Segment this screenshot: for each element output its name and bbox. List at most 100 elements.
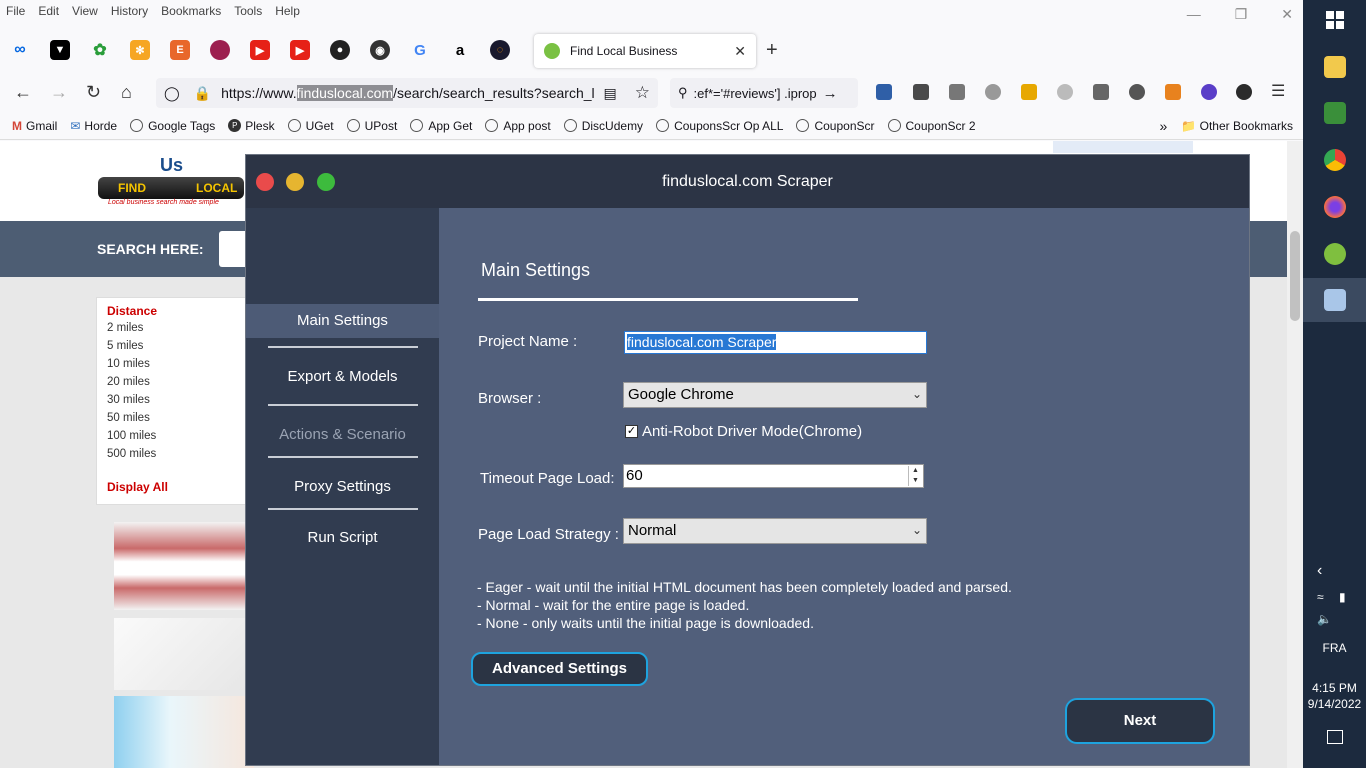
youtube-tab-icon[interactable]: ▶ [250,40,270,60]
site-logo[interactable]: Us FIND LOCAL Local business search made… [98,155,244,207]
bookmark-couponscr-2[interactable]: CouponScr 2 [887,119,976,133]
pinned-tab-icon[interactable]: ▼ [50,40,70,60]
bookmark-google-tags[interactable]: Google Tags [130,119,215,133]
distance-option[interactable]: 100 miles [107,430,245,448]
amazon-tab-icon[interactable]: a [450,40,470,60]
reload-icon[interactable]: ↻ [86,82,101,102]
scraper-app-icon[interactable] [1324,289,1346,311]
nav-proxy-settings[interactable]: Proxy Settings [246,478,439,495]
distance-option[interactable]: 500 miles [107,448,245,466]
meta-tab-icon[interactable]: ∞ [10,40,30,60]
advanced-settings-button[interactable]: Advanced Settings [471,652,648,686]
nav-export-models[interactable]: Export & Models [246,368,439,385]
chevron-left-icon[interactable]: ‹ [1317,562,1322,580]
shield-icon[interactable]: ◯ [164,85,180,102]
close-icon[interactable]: ✕ [1281,6,1293,23]
other-bookmarks[interactable]: 📁 Other Bookmarks [1181,119,1293,133]
distance-option[interactable]: 30 miles [107,394,245,412]
swirl-tab-icon[interactable]: ◌ [490,40,510,60]
bookmark-gmail[interactable]: M Gmail [12,119,57,133]
bookmark-upost[interactable]: UPost [346,119,397,133]
bookmark-app-get[interactable]: App Get [410,119,472,133]
extension-icon[interactable] [876,84,892,100]
nav-main-settings[interactable]: Main Settings [246,304,439,338]
tab-close-icon[interactable]: ✕ [734,43,746,60]
menu-history[interactable]: History [111,4,148,18]
distance-option[interactable]: 5 miles [107,340,245,358]
new-tab-icon[interactable]: + [766,40,778,60]
extension-icon-5[interactable] [1093,84,1109,100]
page-load-strategy-select[interactable]: Normal ⌄ [623,518,927,544]
circle-tab-icon[interactable] [210,40,230,60]
forward-icon[interactable]: → [50,82,68,102]
menu-tools[interactable]: Tools [234,4,262,18]
page-scrollbar[interactable] [1287,141,1303,768]
notification-icon[interactable] [1327,730,1343,744]
chameleon-app-icon[interactable] [1324,243,1346,265]
bookmark-plesk[interactable]: P Plesk [228,119,275,133]
eyedropper-icon[interactable] [913,84,929,100]
avatar[interactable] [1236,84,1252,100]
distance-option[interactable]: 50 miles [107,412,245,430]
restore-icon[interactable]: ❐ [1235,6,1248,23]
nav-actions-scenario[interactable]: Actions & Scenario [246,426,439,443]
screenshot-icon[interactable] [949,84,965,100]
url-bar[interactable]: ◯ 🔒 https://www. finduslocal.com/search/s… [156,78,658,108]
project-name-input[interactable]: finduslocal.com Scraper [624,331,927,354]
menu-bookmarks[interactable]: Bookmarks [161,4,221,18]
listing-image-dental-chair[interactable] [114,618,254,690]
back-icon[interactable]: ← [14,82,32,102]
network-icon[interactable]: ≈ [1317,590,1324,604]
display-all-link[interactable]: Display All [107,480,245,494]
browser-select[interactable]: Google Chrome ⌄ [623,382,927,408]
menu-file[interactable]: File [6,4,25,18]
windows-start-icon[interactable] [1326,11,1344,29]
star-icon[interactable]: ☆ [635,83,650,103]
github-tab-icon[interactable]: ● [330,40,350,60]
chevron-right-icon[interactable]: » [1160,118,1168,134]
grid-tab-icon[interactable]: ✻ [130,40,150,60]
search-bar[interactable]: ⚲ :ef*='#reviews'] .iprop → [670,78,858,108]
reader-icon[interactable]: ▤ [604,85,617,102]
bookmark-horde[interactable]: ✉ Horde [70,119,117,133]
timeout-stepper[interactable]: 60 ▲ ▼ [623,464,924,488]
extension-icon-4[interactable] [1057,84,1073,100]
home-icon[interactable]: ⌂ [121,82,132,102]
distance-option[interactable]: 2 miles [107,322,245,340]
tab-find-local-business[interactable]: Find Local Business ✕ [534,34,756,68]
extension-icon-2[interactable] [985,84,1001,100]
bookmark-couponsscr-op-all[interactable]: CouponsScr Op ALL [656,119,783,133]
robot-tab-icon[interactable]: ◉ [370,40,390,60]
nav-run-script[interactable]: Run Script [246,529,439,546]
volume-icon[interactable]: 🔈 [1317,612,1332,626]
google-tab-icon[interactable]: G [410,40,430,60]
file-explorer-icon[interactable] [1324,56,1346,78]
spinner-arrows-icon[interactable]: ▲ ▼ [908,466,922,486]
distance-option[interactable]: 10 miles [107,358,245,376]
anti-robot-checkbox[interactable]: ✓ [625,425,638,438]
gear-icon[interactable] [1129,84,1145,100]
lock-icon[interactable]: 🔒 [194,85,211,102]
hamburger-menu-icon[interactable]: ☰ [1271,82,1285,102]
metamask-icon[interactable] [1165,84,1181,100]
menu-view[interactable]: View [72,4,98,18]
menu-edit[interactable]: Edit [38,4,59,18]
firefox-icon[interactable] [1324,196,1346,218]
clock[interactable]: 4:15 PM 9/14/2022 [1303,680,1366,712]
language-indicator[interactable]: FRA [1303,641,1366,655]
bookmark-app-post[interactable]: App post [485,119,551,133]
extension-icon-6[interactable] [1201,84,1217,100]
chrome-icon[interactable] [1324,149,1346,171]
battery-icon[interactable]: ▮ [1339,590,1346,604]
notes-app-icon[interactable] [1324,102,1346,124]
minimize-icon[interactable]: — [1187,6,1201,22]
next-button[interactable]: Next [1065,698,1215,744]
youtube-tab-icon-2[interactable]: ▶ [290,40,310,60]
menu-help[interactable]: Help [275,4,300,18]
distance-option[interactable]: 20 miles [107,376,245,394]
listing-image-teeth[interactable] [114,696,254,768]
arrow-right-icon[interactable]: → [823,85,838,102]
etsy-tab-icon[interactable]: E [170,40,190,60]
listing-image-smile[interactable] [114,522,254,610]
bookmark-couponscr[interactable]: CouponScr [796,119,875,133]
